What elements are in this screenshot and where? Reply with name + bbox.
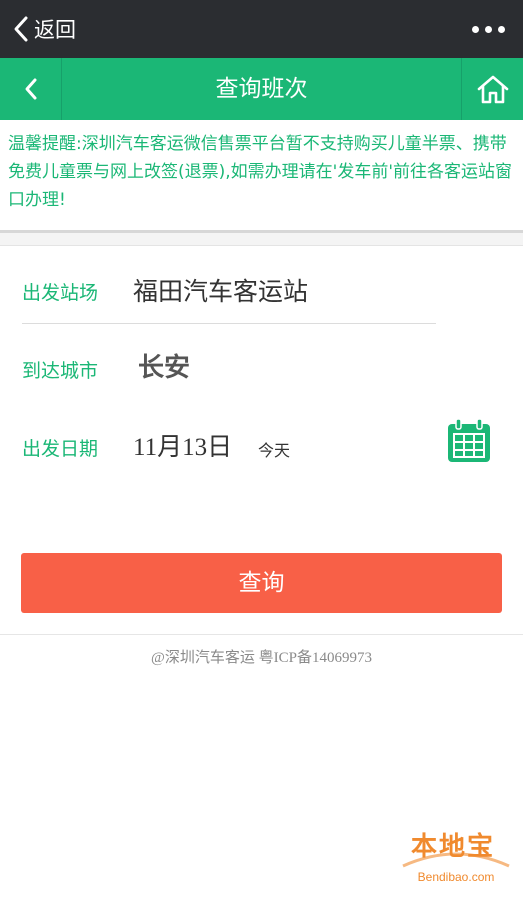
chevron-left-icon [14, 16, 28, 42]
watermark-text: 本地宝 [411, 832, 496, 862]
chevron-left-icon [25, 78, 36, 100]
arrival-city-label: 到达城市 [22, 360, 99, 382]
header-back-button[interactable] [0, 58, 62, 120]
watermark-logo: 本地宝 Bendibao.com [397, 822, 515, 892]
page-title: 查询班次 [215, 76, 308, 102]
query-button[interactable]: 查询 [21, 553, 502, 613]
departure-station-value[interactable]: 福田汽车客运站 [133, 272, 308, 308]
footer-text: @深圳汽车客运 粤ICP备14069973 [151, 650, 372, 666]
home-icon [477, 75, 508, 104]
footer-divider [0, 634, 523, 635]
wechat-back-button[interactable]: 返回 [12, 0, 76, 58]
watermark-sub: Bendibao.com [417, 870, 495, 884]
notice-text: 温馨提醒:深圳汽车客运微信售票平台暂不支持购买儿童半票、携带免费儿童票与网上改签… [0, 120, 523, 230]
row-divider [22, 323, 436, 324]
calendar-icon[interactable] [445, 417, 493, 465]
departure-station-label: 出发站场 [22, 282, 99, 304]
arrival-city-value[interactable]: 长安 [138, 347, 190, 384]
wechat-back-label: 返回 [34, 18, 76, 42]
departure-date-note: 今天 [258, 441, 291, 460]
departure-date-value[interactable]: 11月13日 [133, 427, 232, 463]
home-button[interactable] [461, 58, 523, 120]
app-header: 查询班次 [0, 58, 523, 120]
more-dots-icon[interactable] [472, 0, 505, 58]
departure-date-label: 出发日期 [22, 438, 99, 460]
section-gap [0, 233, 523, 246]
wechat-top-bar: 返回 [0, 0, 523, 58]
